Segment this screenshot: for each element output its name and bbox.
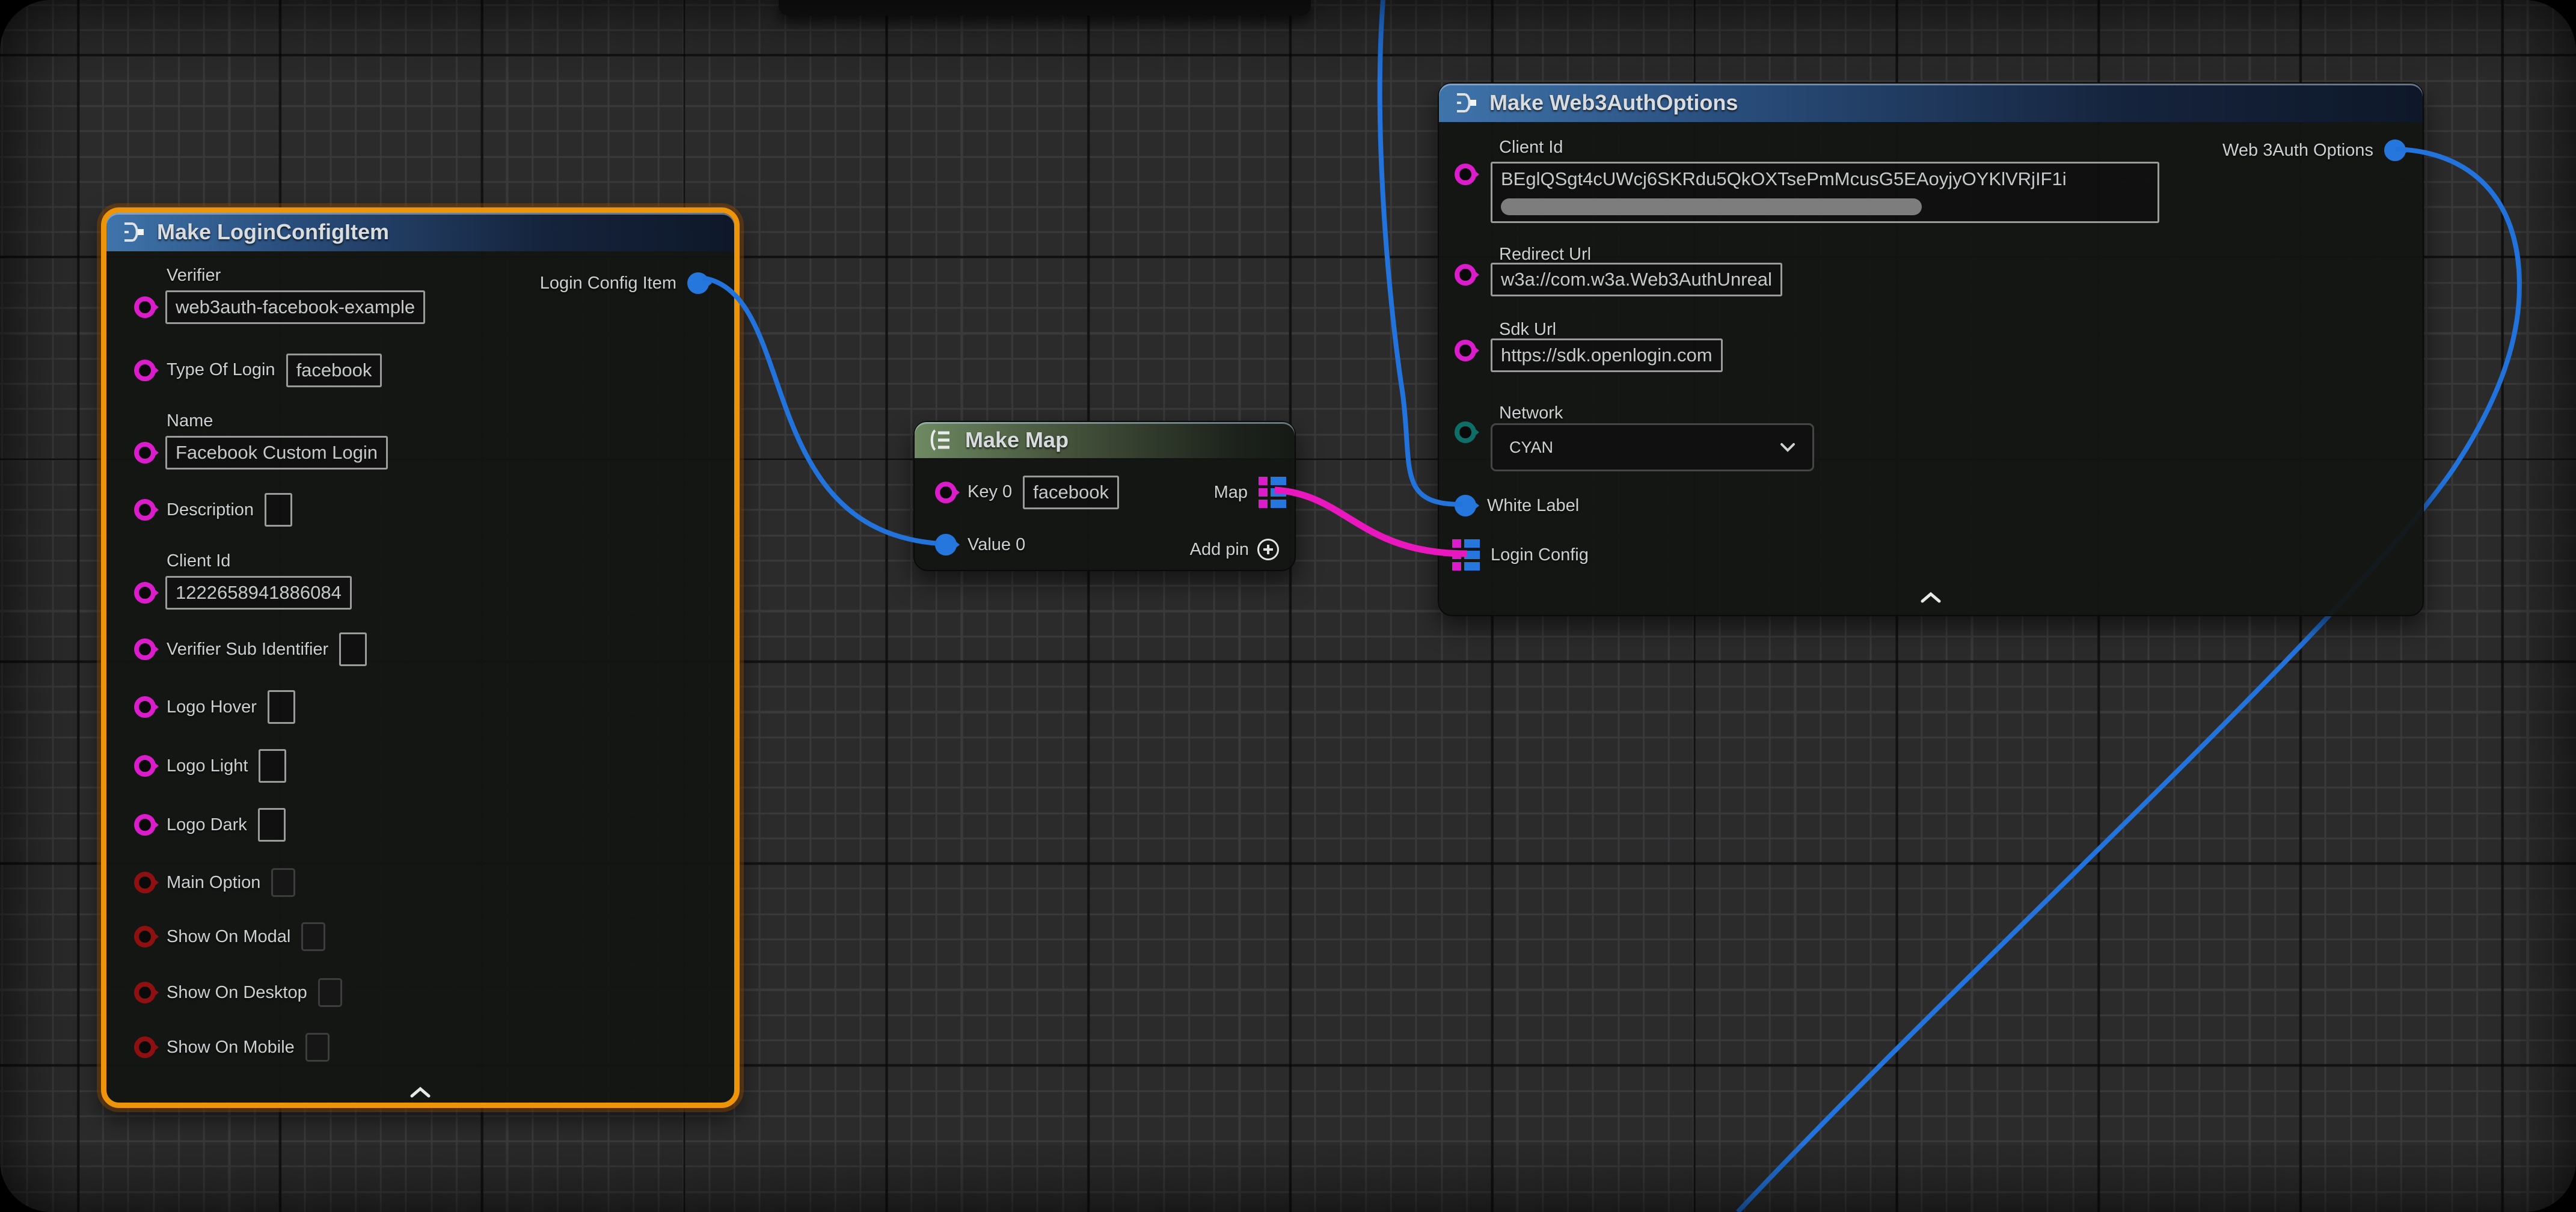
wire-web3authoptions-out-start[interactable]: [2396, 149, 2519, 283]
wire-map-to-loginconfig[interactable]: [1275, 490, 1467, 554]
wire-top-to-whitelabel[interactable]: [1380, 0, 1462, 504]
blueprint-canvas[interactable]: Make LoginConfigItem Login Config Item V…: [0, 0, 2576, 1212]
wire-layer-over: [0, 0, 2576, 1212]
wire-loginconfigitem-to-value0[interactable]: [702, 278, 938, 543]
